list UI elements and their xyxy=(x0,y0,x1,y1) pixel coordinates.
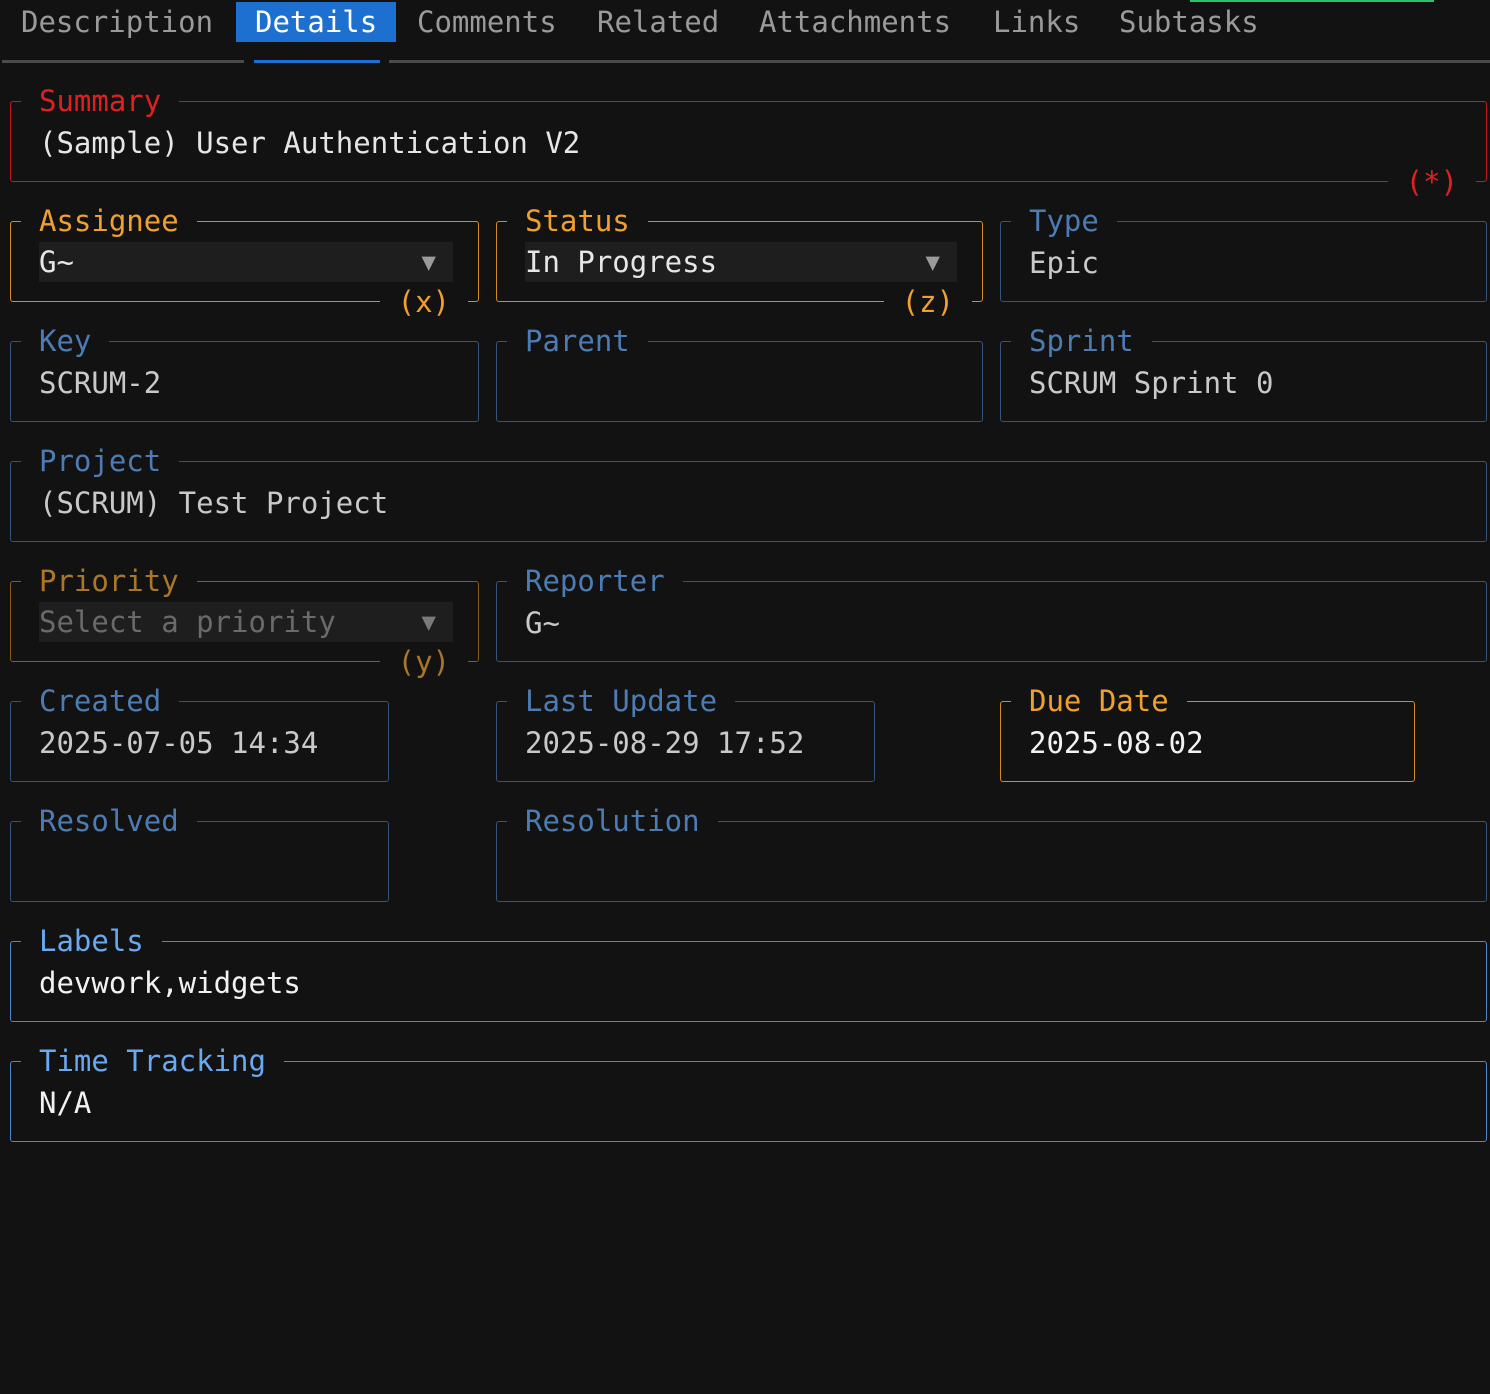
tab-links[interactable]: Links xyxy=(974,2,1099,42)
summary-value[interactable]: (Sample) User Authentication V2 xyxy=(39,124,580,162)
time-tracking-label: Time Tracking xyxy=(21,1041,284,1081)
key-value: SCRUM-2 xyxy=(39,366,162,400)
tab-underline-active xyxy=(254,60,380,63)
priority-placeholder: Select a priority xyxy=(39,605,336,639)
tab-related[interactable]: Related xyxy=(578,2,738,42)
labels-label: Labels xyxy=(21,921,162,961)
priority-field: Priority Select a priority ▼ (y) xyxy=(10,561,479,682)
due-date-label: Due Date xyxy=(1011,681,1187,721)
last-update-value: 2025-08-29 17:52 xyxy=(525,726,805,760)
assignee-label: Assignee xyxy=(21,201,197,241)
dropdown-caret-icon: ▼ xyxy=(925,248,940,276)
labels-value: devwork,widgets xyxy=(39,966,301,1000)
status-value: In Progress xyxy=(525,245,718,279)
tab-details[interactable]: Details xyxy=(236,2,397,42)
created-value: 2025-07-05 14:34 xyxy=(39,726,319,760)
sprint-field: Sprint SCRUM Sprint 0 xyxy=(1000,321,1487,422)
required-marker: (*) xyxy=(1387,162,1476,202)
assignee-field: Assignee G~ ▼ (x) xyxy=(10,201,479,322)
created-field: Created 2025-07-05 14:34 xyxy=(10,681,389,782)
dropdown-caret-icon: ▼ xyxy=(421,248,436,276)
parent-label: Parent xyxy=(507,321,648,361)
time-tracking-value: N/A xyxy=(39,1086,92,1120)
parent-field: Parent xyxy=(496,321,983,422)
resolved-label: Resolved xyxy=(21,801,197,841)
sprint-label: Sprint xyxy=(1011,321,1152,361)
last-update-field: Last Update 2025-08-29 17:52 xyxy=(496,681,875,782)
due-date-value[interactable]: 2025-08-02 xyxy=(1029,724,1204,762)
type-value: Epic xyxy=(1029,246,1099,280)
due-date-field[interactable]: Due Date 2025-08-02 xyxy=(1000,681,1415,782)
labels-field: Labels devwork,widgets xyxy=(10,921,1487,1022)
reporter-field: Reporter G~ xyxy=(496,561,1487,662)
resolution-label: Resolution xyxy=(507,801,718,841)
project-field: Project (SCRUM) Test Project xyxy=(10,441,1487,542)
summary-label: Summary xyxy=(21,81,180,121)
tab-subtasks[interactable]: Subtasks xyxy=(1100,2,1278,42)
key-label: Key xyxy=(21,321,110,361)
type-label: Type xyxy=(1011,201,1117,241)
tab-description[interactable]: Description xyxy=(2,2,232,42)
tab-underline xyxy=(2,60,244,63)
status-field: Status In Progress ▼ (z) xyxy=(496,201,983,322)
status-label: Status xyxy=(507,201,648,241)
dropdown-caret-icon: ▼ xyxy=(421,608,436,636)
key-field: Key SCRUM-2 xyxy=(10,321,479,422)
tab-underline xyxy=(389,60,1490,63)
reporter-label: Reporter xyxy=(507,561,683,601)
project-label: Project xyxy=(21,441,180,481)
reporter-value: G~ xyxy=(525,606,560,640)
assignee-value: G~ xyxy=(39,245,74,279)
tab-comments[interactable]: Comments xyxy=(398,2,576,42)
priority-label: Priority xyxy=(21,561,197,601)
assignee-select[interactable]: G~ ▼ xyxy=(39,242,453,282)
resolution-field: Resolution xyxy=(496,801,1487,902)
priority-shortcut: (y) xyxy=(379,642,468,682)
status-shortcut: (z) xyxy=(883,282,972,322)
last-update-label: Last Update xyxy=(507,681,736,721)
time-tracking-field: Time Tracking N/A xyxy=(10,1041,1487,1142)
tab-attachments[interactable]: Attachments xyxy=(740,2,970,42)
type-field: Type Epic xyxy=(1000,201,1487,302)
project-value: (SCRUM) Test Project xyxy=(39,486,389,520)
assignee-shortcut: (x) xyxy=(379,282,468,322)
resolved-field: Resolved xyxy=(10,801,389,902)
status-select[interactable]: In Progress ▼ xyxy=(525,242,957,282)
sprint-value: SCRUM Sprint 0 xyxy=(1029,366,1274,400)
tab-bar: Description Details Comments Related Att… xyxy=(0,0,1490,64)
created-label: Created xyxy=(21,681,180,721)
priority-select[interactable]: Select a priority ▼ xyxy=(39,602,453,642)
summary-field[interactable]: Summary (Sample) User Authentication V2 … xyxy=(10,81,1487,202)
